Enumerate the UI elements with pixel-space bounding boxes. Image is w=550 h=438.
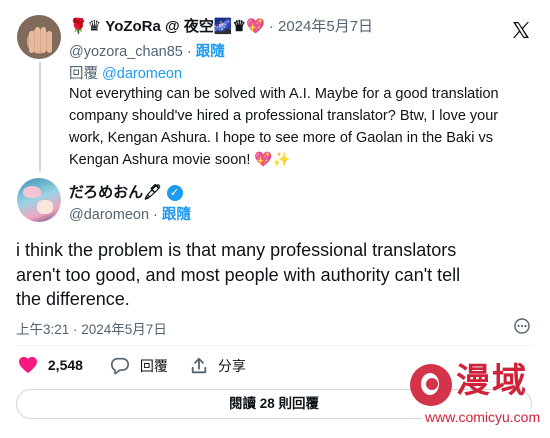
main-author-row: だろめおん🖋 ✓ [69, 181, 183, 202]
reply-author-name[interactable]: YoZoRa [105, 18, 161, 35]
thread-line [39, 62, 41, 172]
main-follow-link[interactable]: 跟隨 [162, 207, 191, 223]
reply-handle-row: @yozora_chan85 · 跟隨 [69, 40, 225, 61]
heart-icon [19, 357, 37, 374]
share-label: 分享 [217, 358, 246, 374]
main-author-handle[interactable]: @daromeon [69, 207, 149, 223]
watermark-logo [410, 364, 452, 406]
reply-handle-dot: · [186, 44, 192, 60]
main-timestamp[interactable]: 上午3:21 · 2024年5月7日 [16, 318, 167, 338]
reply-author-avatar[interactable] [17, 15, 61, 59]
read-replies-suffix: 則回覆 [278, 396, 320, 411]
share-button[interactable]: 分享 [190, 356, 246, 376]
replying-to-handle[interactable]: @daromeon [102, 66, 182, 82]
main-handle-row: @daromeon · 跟隨 [69, 203, 191, 224]
main-tweet-text: i think the problem is that many profess… [16, 240, 461, 309]
watermark-url: www.comicyu.com [422, 409, 544, 425]
reply-dot: · [268, 18, 274, 35]
reply-author-suffix[interactable]: @ 夜空🌌♛💖 [165, 18, 265, 35]
reply-button[interactable]: 回覆 [110, 356, 168, 376]
main-author-avatar[interactable] [17, 178, 61, 222]
share-icon [191, 357, 207, 374]
more-icon[interactable] [512, 318, 532, 334]
reply-tweet-text: Not everything can be solved with A.I. M… [69, 86, 499, 168]
like-button[interactable]: 2,548 [18, 356, 83, 376]
reply-date[interactable]: 2024年5月7日 [278, 18, 373, 35]
read-replies-count: 28 [259, 396, 275, 411]
reply-label: 回覆 [139, 358, 168, 374]
replying-to-label: 回覆 [69, 66, 98, 82]
main-author-name[interactable]: だろめおん🖋 [69, 184, 162, 201]
reply-author-handle[interactable]: @yozora_chan85 [69, 44, 183, 60]
reply-author-prefix: 🌹♛ [69, 18, 102, 35]
main-handle-dot: · [153, 207, 158, 223]
x-logo-icon[interactable] [511, 20, 531, 40]
watermark-brand: 漫域 [456, 362, 528, 400]
like-count: 2,548 [47, 357, 83, 374]
read-replies-prefix: 閱讀 [228, 396, 256, 411]
replying-to: 回覆 @daromeon [69, 62, 182, 83]
reply-icon [111, 357, 129, 375]
reply-follow-link[interactable]: 跟隨 [196, 44, 225, 60]
verified-icon: ✓ [166, 184, 183, 201]
reply-author-row: 🌹♛ YoZoRa @ 夜空🌌♛💖 · 2024年5月7日 [69, 15, 373, 36]
divider [16, 345, 534, 346]
